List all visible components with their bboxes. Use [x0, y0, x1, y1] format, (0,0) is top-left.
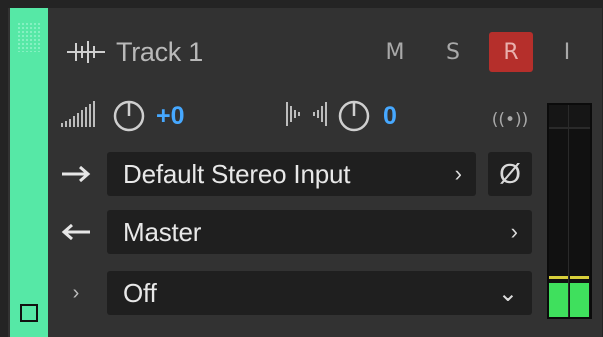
meter-channel-right	[570, 105, 589, 317]
output-label: Master	[123, 216, 202, 247]
meter-fill-left	[549, 283, 568, 317]
stereo-pan-icon	[285, 100, 329, 133]
volume-value[interactable]: +0	[156, 102, 185, 131]
track-color-strip[interactable]	[10, 8, 48, 337]
track-name[interactable]: Track 1	[116, 37, 203, 68]
chevron-right-icon: ›	[454, 161, 462, 186]
mute-button[interactable]: M	[378, 32, 412, 72]
phase-invert-button[interactable]: Ø	[488, 152, 532, 196]
pan-knob[interactable]	[337, 99, 371, 133]
track-header: Track 1 M S R I +0 0 ((•)) Default Stere…	[0, 0, 603, 337]
expand-chevron-icon[interactable]: ›	[58, 271, 94, 315]
drag-grip-icon[interactable]	[17, 22, 41, 52]
track-title-row: Track 1	[66, 32, 203, 72]
broadcast-icon[interactable]: ((•))	[487, 100, 533, 140]
input-select[interactable]: Default Stereo Input ›	[107, 152, 476, 196]
input-monitor-button[interactable]: I	[552, 32, 582, 72]
arrow-right-icon	[58, 152, 94, 196]
arrow-left-icon	[58, 210, 94, 254]
pan-control: 0	[285, 96, 397, 136]
chevron-right-icon: ›	[510, 219, 518, 244]
automation-mode-label: Off	[123, 277, 157, 308]
chevron-down-icon: ⌄	[497, 279, 518, 307]
track-select-checkbox[interactable]	[20, 304, 38, 322]
meter-peak-right	[570, 276, 589, 279]
output-select[interactable]: Master ›	[107, 210, 532, 254]
meter-peak-left	[549, 276, 568, 279]
meter-channel-left	[549, 105, 569, 317]
automation-mode-select[interactable]: Off ⌄	[107, 271, 532, 315]
waveform-icon	[66, 39, 106, 65]
pan-value[interactable]: 0	[383, 102, 397, 131]
meter-fill-right	[570, 283, 589, 317]
volume-control: +0	[60, 96, 185, 136]
input-label: Default Stereo Input	[123, 158, 351, 189]
volume-knob[interactable]	[112, 99, 146, 133]
volume-bars-icon	[60, 99, 100, 134]
record-arm-button[interactable]: R	[489, 32, 533, 72]
solo-button[interactable]: S	[436, 32, 470, 72]
level-meter	[547, 103, 592, 319]
